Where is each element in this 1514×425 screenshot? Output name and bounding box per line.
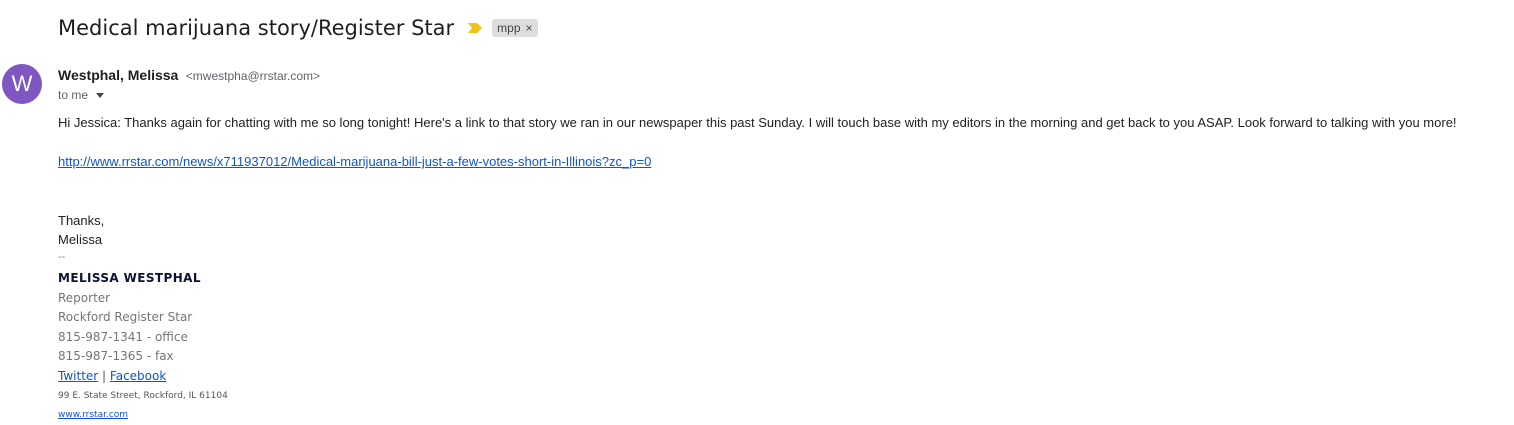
- website-link[interactable]: www.rrstar.com: [58, 410, 128, 420]
- twitter-link[interactable]: Twitter: [58, 369, 98, 383]
- signature-organization: Rockford Register Star: [58, 310, 193, 324]
- closing-name: Melissa: [58, 232, 103, 247]
- subject-row: Medical marijuana story/Register Star mp…: [58, 16, 538, 40]
- signature-phone-office: 815-987-1341 - office: [58, 330, 188, 344]
- signature-website-line: www.rrstar.com: [58, 410, 128, 420]
- body-paragraph: Hi Jessica: Thanks again for chatting wi…: [58, 115, 1457, 130]
- signature-separator: --: [58, 251, 66, 263]
- recipient-text: to me: [58, 88, 89, 102]
- sender-email: <mwestpha@rrstar.com>: [185, 69, 321, 83]
- label-chip-text[interactable]: mpp: [497, 21, 520, 35]
- recipient-details-toggle[interactable]: to me: [58, 88, 105, 102]
- story-link[interactable]: http://www.rrstar.com/news/x711937012/Me…: [58, 154, 651, 169]
- remove-label-icon[interactable]: ×: [526, 21, 533, 35]
- signature-name: MELISSA WESTPHAL: [58, 271, 201, 285]
- email-subject: Medical marijuana story/Register Star: [58, 16, 455, 40]
- sender-name[interactable]: Westphal, Melissa: [58, 67, 178, 83]
- label-chip: mpp ×: [492, 19, 538, 37]
- facebook-link[interactable]: Facebook: [110, 369, 166, 383]
- importance-marker-icon[interactable]: [468, 23, 483, 33]
- avatar[interactable]: W: [2, 64, 42, 104]
- chevron-down-icon[interactable]: [96, 92, 105, 98]
- body-link-line: http://www.rrstar.com/news/x711937012/Me…: [58, 154, 651, 169]
- social-divider: |: [102, 369, 107, 383]
- signature-title: Reporter: [58, 291, 111, 305]
- signature-social-links: Twitter | Facebook: [58, 369, 166, 383]
- signature-address: 99 E. State Street, Rockford, IL 61104: [58, 391, 228, 401]
- avatar-letter: W: [11, 71, 33, 96]
- signature-phone-fax: 815-987-1365 - fax: [58, 349, 174, 363]
- closing-text: Thanks,: [58, 213, 105, 228]
- sender-row: Westphal, Melissa <mwestpha@rrstar.com>: [58, 67, 320, 85]
